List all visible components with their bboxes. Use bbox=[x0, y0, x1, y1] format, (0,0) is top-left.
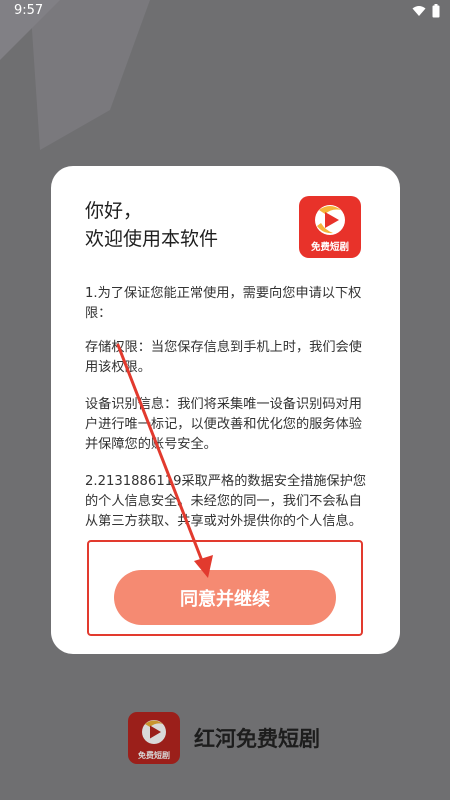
text-line: 设备识别信息：我们将采集唯一设备识别码对用 bbox=[85, 397, 362, 412]
app-logo: 免费短剧 bbox=[299, 196, 361, 258]
text-line: 1.为了保证您能正常使用，需要向您申请以下权 bbox=[85, 286, 362, 301]
logo-badge-text: 免费短剧 bbox=[138, 751, 170, 760]
status-bar: 9:57 bbox=[0, 0, 450, 24]
greeting-line-1: 你好， bbox=[85, 200, 143, 222]
text-line: 并保障您的账号安全。 bbox=[85, 437, 217, 452]
agree-continue-button[interactable]: 同意并继续 bbox=[114, 570, 336, 625]
greeting-line-2: 欢迎使用本软件 bbox=[85, 228, 219, 250]
permission-dialog: 你好， 欢迎使用本软件 免费短剧 1.为了保证您能正常使用，需要向您申请以下权 … bbox=[51, 166, 400, 654]
text-line: 户进行唯一标记，以便改善和优化您的服务体验 bbox=[85, 417, 362, 432]
status-time: 9:57 bbox=[14, 3, 44, 18]
permission-intro: 1.为了保证您能正常使用，需要向您申请以下权 限： bbox=[85, 284, 369, 324]
storage-permission-text: 存储权限：当您保存信息到手机上时，我们会使 用该权限。 bbox=[85, 338, 369, 378]
device-id-text: 设备识别信息：我们将采集唯一设备识别码对用 户进行唯一标记，以便改善和优化您的服… bbox=[85, 395, 369, 455]
bottom-brand: 免费短剧 红河免费短剧 bbox=[128, 712, 320, 764]
text-line: 2.2131886119采取严格的数据安全措施保护您 bbox=[85, 474, 367, 489]
text-line: 存储权限：当您保存信息到手机上时，我们会使 bbox=[85, 340, 362, 355]
battery-icon bbox=[432, 4, 440, 18]
text-line: 的个人信息安全。未经您的同一，我们不会私自 bbox=[85, 494, 362, 509]
app-name: 红河免费短剧 bbox=[194, 727, 320, 751]
text-line: 用该权限。 bbox=[85, 360, 151, 375]
text-line: 限： bbox=[85, 306, 112, 321]
greeting-title: 你好， 欢迎使用本软件 bbox=[85, 197, 285, 253]
text-line: 从第三方获取、共享或对外提供你的个人信息。 bbox=[85, 514, 362, 529]
bottom-app-logo: 免费短剧 bbox=[128, 712, 180, 764]
wifi-icon bbox=[412, 6, 426, 16]
data-security-text: 2.2131886119采取严格的数据安全措施保护您 的个人信息安全。未经您的同… bbox=[85, 472, 369, 532]
status-icons bbox=[412, 4, 440, 18]
logo-badge-text: 免费短剧 bbox=[310, 242, 349, 253]
